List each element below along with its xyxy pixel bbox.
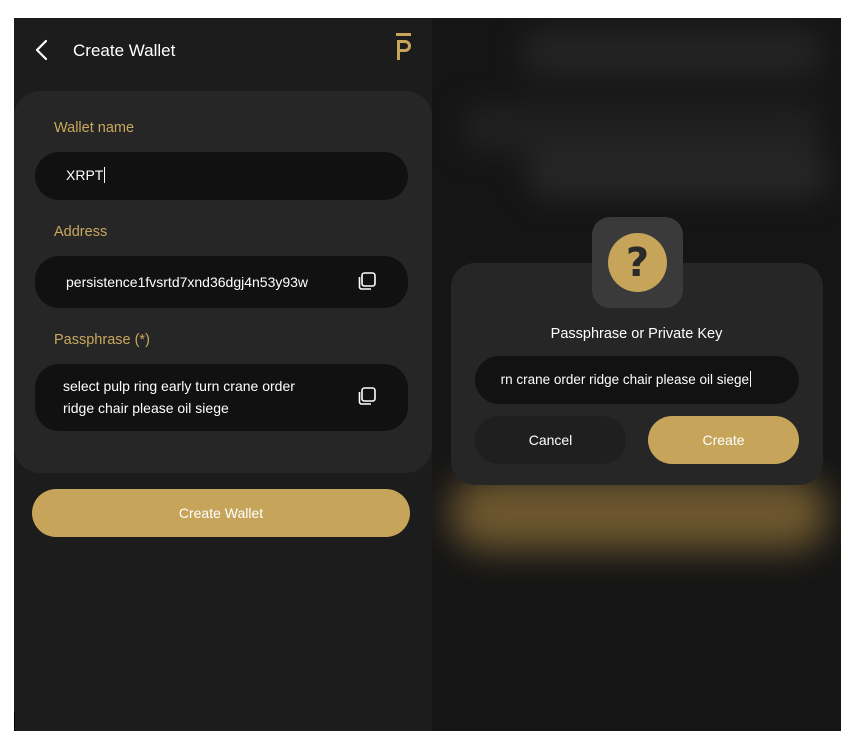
button-glow: [450, 476, 828, 550]
persistence-logo-icon: [394, 32, 416, 62]
chevron-left-icon: [35, 39, 48, 61]
wallet-name-label: Wallet name: [54, 120, 135, 136]
passphrase-line-1: select pulp ring early turn crane order: [63, 378, 295, 394]
passphrase-dialog-screen: ? Passphrase or Private Key rn crane ord…: [432, 18, 841, 731]
passphrase-field[interactable]: select pulp ring early turn crane order …: [35, 364, 408, 431]
text-caret: [750, 371, 751, 387]
header: Create Wallet: [14, 18, 432, 82]
dialog-title: Passphrase or Private Key: [550, 326, 723, 342]
copy-icon[interactable]: [357, 271, 377, 291]
divider: [14, 712, 15, 731]
passphrase-input[interactable]: rn crane order ridge chair please oil si…: [475, 356, 799, 404]
passphrase-input-value: rn crane order ridge chair please oil si…: [500, 372, 749, 387]
back-button[interactable]: [32, 38, 52, 62]
wallet-form-card: Wallet name XRPT Address persistence1fvs…: [14, 91, 432, 473]
passphrase-label: Passphrase (*): [54, 332, 150, 348]
wallet-name-input[interactable]: XRPT: [35, 152, 408, 200]
wallet-name-value: XRPT: [66, 167, 104, 183]
create-button[interactable]: Create: [648, 416, 799, 464]
page-title: Create Wallet: [73, 41, 176, 60]
question-badge: ?: [592, 217, 683, 308]
address-field[interactable]: persistence1fvsrtd7xnd36dgj4n53y93w: [35, 256, 408, 308]
address-value: persistence1fvsrtd7xnd36dgj4n53y93w: [66, 274, 309, 290]
text-caret: [104, 167, 106, 183]
create-wallet-screen: Create Wallet Wallet name XRPT Address p…: [14, 18, 432, 731]
passphrase-line-2: ridge chair please oil siege: [63, 400, 229, 416]
create-wallet-button[interactable]: Create Wallet: [32, 489, 410, 537]
address-label: Address: [54, 224, 108, 240]
copy-icon[interactable]: [357, 386, 377, 406]
cancel-button[interactable]: Cancel: [475, 416, 626, 464]
question-icon: ?: [608, 233, 667, 292]
